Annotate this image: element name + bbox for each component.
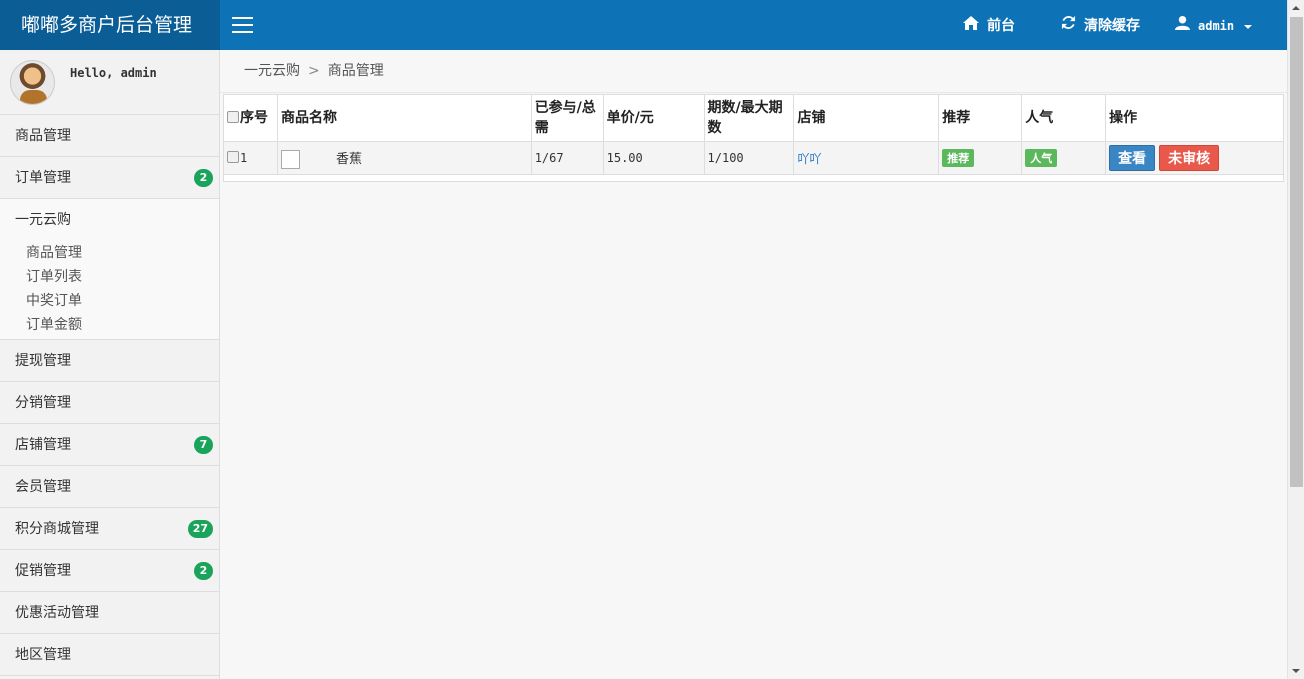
subitem-winning-orders[interactable]: 中奖订单 — [0, 289, 219, 313]
shop-link[interactable]: 吖吖 — [797, 152, 821, 166]
subitem-order-list[interactable]: 订单列表 — [0, 265, 219, 289]
sidebar-item-distribution[interactable]: 分销管理 — [0, 382, 219, 424]
sidebar-item-withdraw[interactable]: 提现管理 — [0, 340, 219, 382]
sidebar-item-label: 促销管理 — [15, 563, 71, 579]
count-badge: 27 — [187, 520, 213, 538]
sidebar-item-discount-activity[interactable]: 优惠活动管理 — [0, 592, 219, 634]
breadcrumb: 一元云购 > 商品管理 — [244, 60, 384, 80]
hamburger-icon[interactable] — [232, 17, 253, 33]
divider — [220, 92, 1287, 93]
cell-recommend: 推荐 — [938, 141, 1023, 175]
sidebar-item-members[interactable]: 会员管理 — [0, 466, 219, 508]
cell-index: 1 — [223, 141, 278, 175]
cell-actions: 查看 未审核 — [1105, 141, 1284, 175]
cell-period: 1/100 — [703, 141, 795, 175]
sidebar-item-one-yuan[interactable]: 一元云购 — [0, 199, 219, 241]
clear-cache-link[interactable]: 清除缓存 — [1061, 0, 1140, 50]
subitem-goods[interactable]: 商品管理 — [0, 241, 219, 265]
sidebar-item-label: 商品管理 — [15, 128, 71, 144]
sidebar-item-goods[interactable]: 商品管理 — [0, 115, 219, 157]
user-label: admin — [1198, 19, 1235, 33]
sidebar-item-region[interactable]: 地区管理 — [0, 634, 219, 676]
view-button[interactable]: 查看 — [1109, 145, 1156, 171]
cell-price: 15.00 — [602, 141, 705, 175]
product-name: 香蕉 — [335, 151, 362, 167]
avatar — [10, 60, 55, 105]
scroll-thumb[interactable] — [1290, 17, 1303, 487]
user-panel: Hello, admin — [0, 50, 219, 115]
col-participation: 已参与/总需 — [530, 94, 604, 142]
sidebar-item-promotion[interactable]: 促销管理 2 — [0, 550, 219, 592]
select-all-checkbox[interactable] — [227, 111, 239, 123]
popular-label[interactable]: 人气 — [1025, 149, 1058, 167]
cell-shop: 吖吖 — [793, 141, 940, 175]
sidebar-item-label: 一元云购 — [15, 212, 71, 228]
sidebar-item-label: 积分商城管理 — [15, 521, 99, 537]
sidebar-item-label: 分销管理 — [15, 395, 71, 411]
breadcrumb-parent[interactable]: 一元云购 — [244, 63, 300, 79]
table-header-row: 序号 商品名称 已参与/总需 单价/元 期数/最大期数 店铺 推荐 人气 操作 — [223, 94, 1284, 142]
clear-cache-label: 清除缓存 — [1084, 18, 1140, 34]
chevron-right-icon: > — [308, 63, 320, 79]
col-popular: 人气 — [1021, 94, 1107, 142]
cell-participation: 1/67 — [530, 141, 604, 175]
subitem-order-amount[interactable]: 订单金额 — [0, 313, 219, 337]
sidebar-item-orders[interactable]: 订单管理 2 — [0, 157, 219, 199]
col-recommend: 推荐 — [938, 94, 1023, 142]
chevron-down-icon — [1244, 24, 1253, 29]
col-shop: 店铺 — [793, 94, 940, 142]
sidebar-item-shops[interactable]: 店铺管理 7 — [0, 424, 219, 466]
col-period: 期数/最大期数 — [703, 94, 795, 142]
cell-popular: 人气 — [1021, 141, 1107, 175]
submenu-one-yuan: 商品管理 订单列表 中奖订单 订单金额 — [0, 241, 219, 340]
col-actions: 操作 — [1105, 94, 1284, 142]
sidebar-item-label: 订单管理 — [15, 170, 71, 186]
col-price: 单价/元 — [602, 94, 705, 142]
goods-table: 序号 商品名称 已参与/总需 单价/元 期数/最大期数 店铺 推荐 人气 操作 … — [223, 94, 1284, 182]
front-link[interactable]: 前台 — [963, 0, 1015, 50]
col-index: 序号 — [223, 94, 278, 142]
table-empty-row — [223, 174, 1284, 182]
count-badge: 2 — [194, 562, 213, 580]
top-navbar: 嘟嘟多商户后台管理 前台 清除缓存 admin — [0, 0, 1287, 50]
unaudited-button[interactable]: 未审核 — [1159, 145, 1220, 171]
cell-name: 香蕉 — [276, 141, 532, 175]
greeting: Hello, admin — [70, 66, 157, 80]
product-thumbnail — [280, 149, 300, 169]
count-badge: 7 — [194, 436, 213, 454]
front-label: 前台 — [987, 18, 1015, 34]
recommend-label[interactable]: 推荐 — [942, 149, 975, 167]
count-badge: 2 — [194, 169, 213, 187]
home-icon — [963, 0, 979, 50]
breadcrumb-current: 商品管理 — [327, 63, 384, 79]
scroll-down-icon[interactable] — [1292, 669, 1300, 673]
user-icon — [1175, 0, 1190, 50]
row-checkbox[interactable] — [227, 151, 239, 163]
sidebar-item-label: 提现管理 — [15, 353, 71, 369]
sidebar-item-label: 店铺管理 — [15, 437, 71, 453]
scroll-up-icon[interactable] — [1292, 6, 1300, 10]
table-row: 1 香蕉 1/67 15.00 1/100 吖吖 推荐 人气 查看 未审核 — [223, 141, 1284, 175]
refresh-icon — [1061, 0, 1076, 50]
app-title: 嘟嘟多商户后台管理 — [0, 0, 220, 50]
sidebar-item-label: 优惠活动管理 — [15, 605, 99, 621]
sidebar-item-points-mall[interactable]: 积分商城管理 27 — [0, 508, 219, 550]
user-menu[interactable]: admin — [1175, 0, 1253, 50]
sidebar-item-label: 会员管理 — [15, 479, 71, 495]
col-name: 商品名称 — [276, 94, 532, 142]
page-scrollbar[interactable] — [1287, 0, 1304, 679]
sidebar: Hello, admin 商品管理 订单管理 2 一元云购 商品管理 订单列表 中… — [0, 50, 220, 679]
sidebar-item-label: 地区管理 — [15, 647, 71, 663]
